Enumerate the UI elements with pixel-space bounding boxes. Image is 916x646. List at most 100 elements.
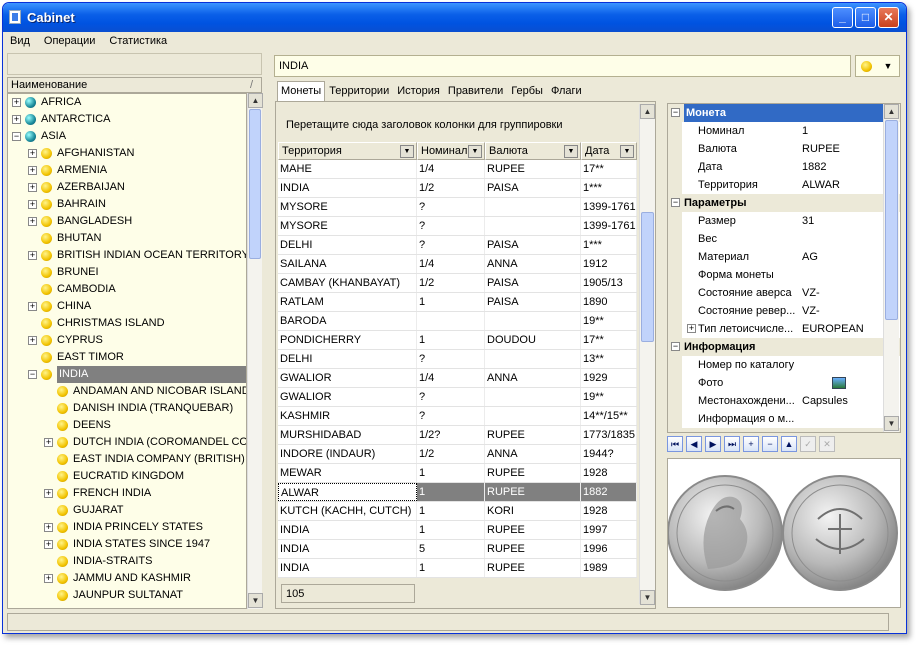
prior-record-button[interactable]: ◀ bbox=[686, 436, 702, 452]
maximize-button[interactable]: □ bbox=[855, 7, 876, 28]
scroll-thumb[interactable] bbox=[641, 212, 654, 342]
table-cell[interactable] bbox=[485, 217, 581, 235]
scroll-up-icon[interactable]: ▲ bbox=[884, 104, 899, 119]
table-cell[interactable]: RUPEE bbox=[485, 540, 581, 558]
title-bar[interactable]: Cabinet _ □ ✕ bbox=[3, 3, 906, 32]
table-row[interactable]: INDIA 5 RUPEE 1996 bbox=[278, 540, 637, 559]
property-value[interactable]: Capsules bbox=[802, 392, 848, 410]
inspector-scrollbar[interactable]: ▲ ▼ bbox=[883, 104, 899, 432]
scroll-up-icon[interactable]: ▲ bbox=[248, 93, 263, 108]
property-row[interactable]: Номинал 1 bbox=[668, 122, 900, 140]
tree-node[interactable]: + AFRICA bbox=[8, 94, 246, 111]
tree-node[interactable]: + AZERBAIJAN bbox=[8, 179, 246, 196]
property-row[interactable]: Информация о м... bbox=[668, 410, 900, 428]
expand-icon[interactable]: + bbox=[44, 540, 53, 549]
table-cell[interactable]: 1 bbox=[417, 521, 485, 539]
expand-icon[interactable]: + bbox=[673, 432, 678, 433]
group-by-area[interactable]: Перетащите сюда заголовок колонки для гр… bbox=[276, 102, 639, 142]
table-cell[interactable]: 1996 bbox=[581, 540, 637, 558]
table-row[interactable]: CAMBAY (KHANBAYAT) 1/2 PAISA 1905/13 bbox=[278, 274, 637, 293]
table-cell[interactable] bbox=[485, 407, 581, 425]
menu-statistics[interactable]: Статистика bbox=[102, 32, 174, 50]
property-value[interactable]: VZ- bbox=[802, 284, 820, 302]
table-cell[interactable]: MYSORE bbox=[278, 217, 417, 235]
table-cell[interactable] bbox=[485, 388, 581, 406]
property-category[interactable]: + Разное bbox=[668, 428, 900, 433]
tab-5[interactable]: Флаги bbox=[547, 81, 586, 101]
tree-node[interactable]: + BANGLADESH bbox=[8, 213, 246, 230]
column-header[interactable]: Дата ▼ bbox=[581, 142, 637, 160]
tree-node[interactable]: + DUTCH INDIA (COROMANDEL COAS bbox=[8, 434, 246, 451]
table-cell[interactable]: 1773/1835 bbox=[581, 426, 637, 444]
table-cell[interactable]: DELHI bbox=[278, 350, 417, 368]
property-value[interactable]: EUROPEAN bbox=[802, 320, 864, 338]
tree-node[interactable]: BHUTAN bbox=[8, 230, 246, 247]
tree-node[interactable]: EUCRATID KINGDOM bbox=[8, 468, 246, 485]
tab-3[interactable]: Правители bbox=[444, 81, 507, 101]
table-row[interactable]: DELHI? 13** bbox=[278, 350, 637, 369]
table-cell[interactable]: ALWAR bbox=[278, 483, 417, 501]
table-cell[interactable]: RUPEE bbox=[485, 464, 581, 482]
filter-dropdown-icon[interactable]: ▼ bbox=[400, 145, 414, 158]
table-cell[interactable]: GWALIOR bbox=[278, 388, 417, 406]
table-cell[interactable]: INDIA bbox=[278, 521, 417, 539]
table-cell[interactable]: DOUDOU bbox=[485, 331, 581, 349]
scroll-down-icon[interactable]: ▼ bbox=[248, 593, 263, 608]
expand-icon[interactable]: + bbox=[28, 166, 37, 175]
table-cell[interactable]: SAILANA bbox=[278, 255, 417, 273]
right-splitter[interactable] bbox=[658, 283, 665, 343]
tree-node[interactable]: + JAMMU AND KASHMIR bbox=[8, 570, 246, 587]
tree-node[interactable]: EAST INDIA COMPANY (BRITISH) bbox=[8, 451, 246, 468]
cancel-record-button[interactable]: ✕ bbox=[819, 436, 835, 452]
property-value[interactable]: RUPEE bbox=[802, 140, 840, 158]
table-cell[interactable]: ? bbox=[417, 217, 485, 235]
filter-dropdown-icon[interactable]: ▼ bbox=[620, 145, 634, 158]
table-row[interactable]: MYSORE? 1399-1761 bbox=[278, 217, 637, 236]
close-button[interactable]: ✕ bbox=[878, 7, 899, 28]
tree-node[interactable]: + CYPRUS bbox=[8, 332, 246, 349]
table-cell[interactable]: 19** bbox=[581, 388, 637, 406]
tab-1[interactable]: Территории bbox=[325, 81, 393, 101]
table-cell[interactable]: RUPEE bbox=[485, 483, 581, 501]
tree-node[interactable]: GUJARAT bbox=[8, 502, 246, 519]
table-row[interactable]: GWALIOR? 19** bbox=[278, 388, 637, 407]
expand-icon[interactable]: + bbox=[44, 574, 53, 583]
tree-node[interactable]: + ANTARCTICA bbox=[8, 111, 246, 128]
table-cell[interactable]: 1/4 bbox=[417, 369, 485, 387]
table-row[interactable]: DELHI? PAISA 1*** bbox=[278, 236, 637, 255]
table-cell[interactable]: KORI bbox=[485, 502, 581, 520]
tree-node[interactable]: BRUNEI bbox=[8, 264, 246, 281]
table-cell[interactable]: 5 bbox=[417, 540, 485, 558]
tree-node[interactable]: INDIA-STRAITS bbox=[8, 553, 246, 570]
property-row[interactable]: Территория ALWAR bbox=[668, 176, 900, 194]
tab-2[interactable]: История bbox=[393, 81, 444, 101]
scroll-thumb[interactable] bbox=[249, 109, 261, 259]
table-cell[interactable]: 1890 bbox=[581, 293, 637, 311]
table-cell[interactable]: MYSORE bbox=[278, 198, 417, 216]
expand-icon[interactable]: + bbox=[28, 149, 37, 158]
table-cell[interactable]: 1/2 bbox=[417, 445, 485, 463]
table-cell[interactable]: 1 bbox=[417, 559, 485, 577]
property-value[interactable]: 31 bbox=[802, 212, 814, 230]
table-cell[interactable]: BARODA bbox=[278, 312, 417, 330]
tree-node[interactable]: − ASIA bbox=[8, 128, 246, 145]
expand-icon[interactable]: + bbox=[44, 438, 53, 447]
filter-dropdown-icon[interactable]: ▼ bbox=[564, 145, 578, 158]
tree-node[interactable]: + ARMENIA bbox=[8, 162, 246, 179]
property-row[interactable]: Дата 1882 bbox=[668, 158, 900, 176]
first-record-button[interactable]: ⏮ bbox=[667, 436, 683, 452]
property-row[interactable]: Валюта RUPEE bbox=[668, 140, 900, 158]
table-row[interactable]: BARODA 19** bbox=[278, 312, 637, 331]
tree-node[interactable]: + INDIA STATES SINCE 1947 bbox=[8, 536, 246, 553]
expand-icon[interactable]: + bbox=[28, 336, 37, 345]
table-row[interactable]: INDIA 1 RUPEE 1989 bbox=[278, 559, 637, 578]
scroll-up-icon[interactable]: ▲ bbox=[640, 104, 655, 119]
table-cell[interactable]: 14**/15** bbox=[581, 407, 637, 425]
property-row[interactable]: Фото bbox=[668, 374, 900, 392]
property-row[interactable]: Вес bbox=[668, 230, 900, 248]
collapse-icon[interactable]: − bbox=[671, 342, 680, 351]
tree-node[interactable]: + INDIA PRINCELY STATES bbox=[8, 519, 246, 536]
table-row[interactable]: MAHE 1/4 RUPEE 17** bbox=[278, 160, 637, 179]
last-record-button[interactable]: ⏭ bbox=[724, 436, 740, 452]
table-cell[interactable]: 1/4 bbox=[417, 255, 485, 273]
